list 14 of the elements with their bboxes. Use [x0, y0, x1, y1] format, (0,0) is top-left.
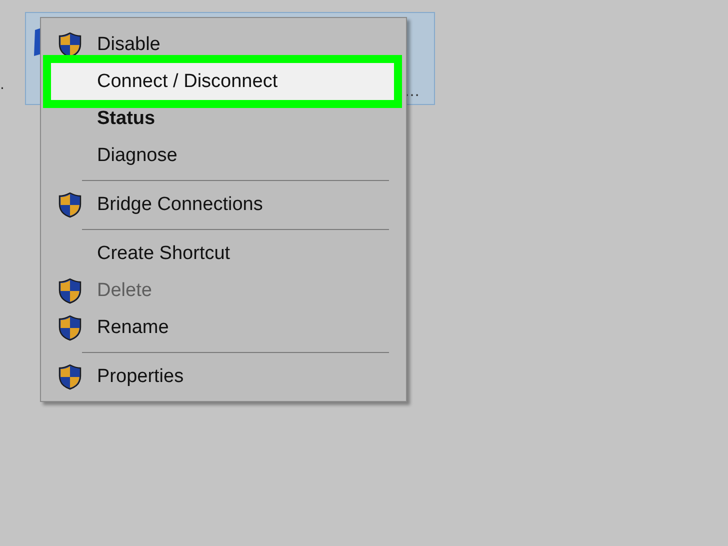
menu-item[interactable]: Create Shortcut — [41, 235, 406, 272]
menu-item[interactable]: Properties — [41, 358, 406, 395]
shield-icon — [58, 364, 82, 390]
menu-item[interactable]: Rename — [41, 309, 406, 346]
shield-icon — [58, 32, 82, 58]
menu-item[interactable]: Diagnose — [41, 137, 406, 174]
menu-item[interactable]: Connect / Disconnect — [51, 63, 394, 100]
shield-icon — [58, 192, 82, 218]
truncated-text: . — [0, 76, 4, 94]
menu-item[interactable]: Status — [41, 100, 406, 137]
menu-item[interactable]: Bridge Connections — [41, 186, 406, 223]
menu-item[interactable]: Disable — [41, 26, 406, 63]
shield-icon — [58, 314, 82, 340]
shield-icon — [58, 278, 82, 304]
